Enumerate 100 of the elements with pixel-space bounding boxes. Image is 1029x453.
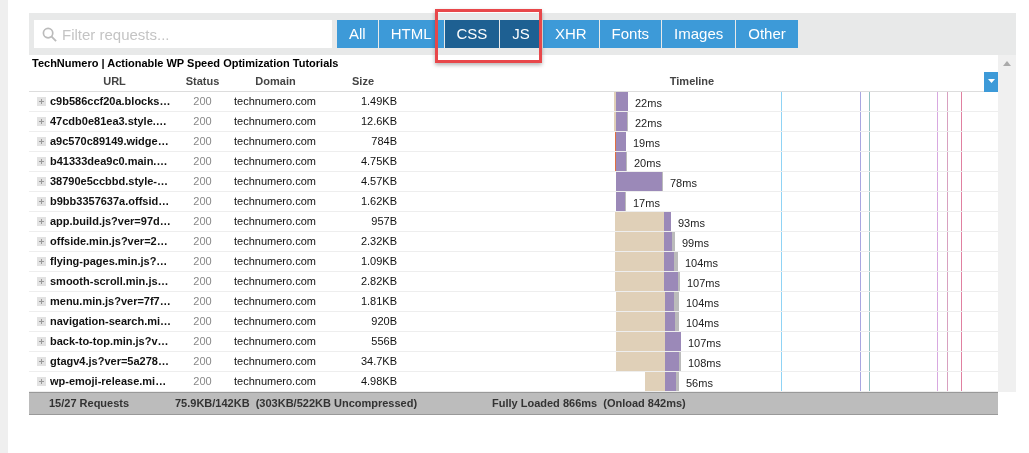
column-header[interactable]: Timeline xyxy=(400,73,984,90)
waterfall-bar xyxy=(613,92,629,111)
duration-label: 104ms xyxy=(685,256,719,271)
url-cell-text: wp-emoji-release.mi… xyxy=(50,374,167,390)
size-cell-text: 12.6KB xyxy=(359,114,397,130)
expand-icon[interactable] xyxy=(37,297,46,306)
expand-icon[interactable] xyxy=(37,357,46,366)
domain-cell-text: technumero.com xyxy=(233,354,317,370)
expand-icon[interactable] xyxy=(37,157,46,166)
url-cell-text: back-to-top.min.js?v… xyxy=(50,334,169,350)
size-cell-text: 4.57KB xyxy=(359,174,397,190)
domain-cell-text: technumero.com xyxy=(233,374,317,390)
size-cell-text: 4.75KB xyxy=(359,154,397,170)
url-cell-text: menu.min.js?ver=7f7… xyxy=(50,294,171,310)
column-header[interactable]: Status xyxy=(180,73,225,90)
waterfall-bar xyxy=(615,292,680,311)
status-cell-text: 200 xyxy=(192,294,213,310)
status-cell-text: 200 xyxy=(192,374,213,390)
duration-label: 17ms xyxy=(633,196,660,211)
size-cell-text: 1.49KB xyxy=(359,94,397,110)
size-cell-text: 1.62KB xyxy=(359,194,397,210)
duration-label: 20ms xyxy=(634,156,661,171)
size-cell-text: 784B xyxy=(370,134,397,150)
url-cell-text: offside.min.js?ver=2… xyxy=(50,234,168,250)
status-cell-text: 200 xyxy=(192,314,213,330)
domain-cell-text: technumero.com xyxy=(233,274,317,290)
status-cell-text: 200 xyxy=(192,334,213,350)
status-cell-text: 200 xyxy=(192,194,213,210)
status-cell-text: 200 xyxy=(192,174,213,190)
expand-icon[interactable] xyxy=(37,197,46,206)
expand-icon[interactable] xyxy=(37,377,46,386)
footer-stat: 15/27 Requests xyxy=(49,396,131,412)
status-cell-text: 200 xyxy=(192,94,213,110)
expand-icon[interactable] xyxy=(37,137,46,146)
domain-cell-text: technumero.com xyxy=(233,114,317,130)
status-cell-text: 200 xyxy=(192,234,213,250)
size-cell-text: 556B xyxy=(370,334,397,350)
filter-tab[interactable]: CSS xyxy=(444,20,500,48)
status-cell-text: 200 xyxy=(192,214,213,230)
duration-label: 107ms xyxy=(688,336,722,351)
expand-icon[interactable] xyxy=(37,97,46,106)
expand-icon[interactable] xyxy=(37,217,46,226)
filter-field[interactable]: Filter requests... xyxy=(34,20,332,48)
expand-icon[interactable] xyxy=(37,257,46,266)
duration-label: 107ms xyxy=(687,276,721,291)
duration-label: 22ms xyxy=(635,96,662,111)
status-cell-text: 200 xyxy=(192,134,213,150)
url-cell-text: b9bb3357637a.offsid… xyxy=(50,194,170,210)
url-cell-text: app.build.js?ver=97d… xyxy=(50,214,171,230)
waterfall-bar xyxy=(614,272,681,291)
duration-label: 19ms xyxy=(633,136,660,151)
domain-cell-text: technumero.com xyxy=(233,174,317,190)
size-cell-text: 1.81KB xyxy=(359,294,397,310)
expand-icon[interactable] xyxy=(37,337,46,346)
url-cell-text: gtagv4.js?ver=5a278… xyxy=(50,354,169,370)
status-cell-text: 200 xyxy=(192,254,213,270)
url-cell-text: c9b586ccf20a.blocks… xyxy=(50,94,171,110)
duration-label: 104ms xyxy=(686,296,720,311)
scroll-up-icon[interactable] xyxy=(1003,61,1011,66)
caret-icon xyxy=(987,79,995,84)
size-cell-text: 957B xyxy=(370,214,397,230)
duration-label: 108ms xyxy=(688,356,722,371)
size-cell-text: 920B xyxy=(370,314,397,330)
status-cell-text: 200 xyxy=(192,354,213,370)
url-cell-text: b41333dea9c0.main.… xyxy=(50,154,168,170)
url-cell-text: a9c570c89149.widge… xyxy=(50,134,169,150)
duration-label: 99ms xyxy=(682,236,709,251)
size-cell-text: 2.32KB xyxy=(359,234,397,250)
domain-cell-text: technumero.com xyxy=(233,254,317,270)
domain-cell-text: technumero.com xyxy=(233,94,317,110)
url-cell-text: 47cdb0e81ea3.style.… xyxy=(50,114,167,130)
duration-label: 56ms xyxy=(686,376,713,391)
size-cell-text: 4.98KB xyxy=(359,374,397,390)
column-header[interactable]: Domain xyxy=(225,73,320,90)
domain-cell-text: technumero.com xyxy=(233,334,317,350)
domain-cell-text: technumero.com xyxy=(233,214,317,230)
waterfall-bar xyxy=(614,232,676,251)
waterfall-bar xyxy=(615,332,682,351)
expand-icon[interactable] xyxy=(37,177,46,186)
waterfall-bar xyxy=(615,132,627,151)
column-header[interactable]: Size xyxy=(320,73,400,90)
size-cell-text: 34.7KB xyxy=(359,354,397,370)
status-cell-text: 200 xyxy=(192,114,213,130)
duration-label: 22ms xyxy=(635,116,662,131)
waterfall-bar xyxy=(614,252,679,271)
column-header[interactable]: URL xyxy=(29,73,180,90)
url-cell-text: flying-pages.min.js?… xyxy=(50,254,168,270)
domain-cell-text: technumero.com xyxy=(233,134,317,150)
expand-icon[interactable] xyxy=(37,277,46,286)
domain-cell-text: technumero.com xyxy=(233,194,317,210)
duration-label: 104ms xyxy=(686,316,720,331)
url-cell-text: smooth-scroll.min.js… xyxy=(50,274,169,290)
search-icon xyxy=(42,27,57,42)
expand-icon[interactable] xyxy=(37,117,46,126)
expand-icon[interactable] xyxy=(37,317,46,326)
waterfall-bar xyxy=(613,112,629,131)
footer-stat: 75.9KB/142KB (303KB/522KB Uncompressed) xyxy=(175,396,419,412)
waterfall-bar xyxy=(615,312,680,331)
dropdown-button[interactable] xyxy=(984,71,998,92)
expand-icon[interactable] xyxy=(37,237,46,246)
